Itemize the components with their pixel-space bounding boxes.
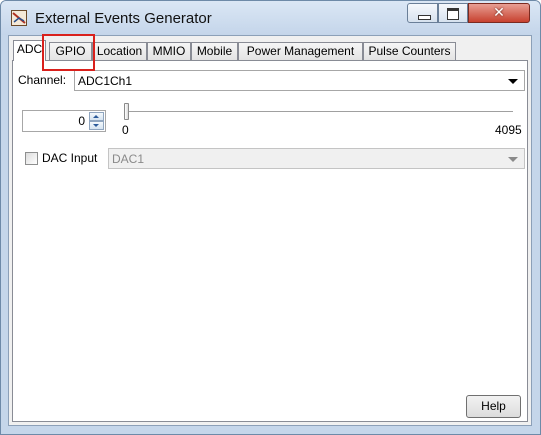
tab-location[interactable]: Location	[92, 42, 147, 60]
adc-value-text: 0	[78, 114, 85, 128]
window-title: External Events Generator	[35, 10, 212, 27]
tab-power-management[interactable]: Power Management	[238, 42, 363, 60]
arrow-up-icon	[93, 115, 99, 118]
generator-app-icon	[11, 10, 27, 26]
adc-tab-panel: Channel: ADC1Ch1 0 0 4095 DAC Input DAC1	[12, 60, 528, 422]
maximize-icon	[447, 8, 459, 20]
tab-mobile[interactable]: Mobile	[191, 42, 238, 60]
minimize-button[interactable]	[407, 3, 438, 23]
app-window: External Events Generator ✕ ADC GPIO Loc…	[0, 0, 541, 435]
channel-select-value: ADC1Ch1	[78, 74, 133, 88]
title-bar[interactable]: External Events Generator ✕	[1, 1, 540, 35]
window-client-area: ADC GPIO Location MMIO Mobile Power Mana…	[8, 34, 532, 426]
chevron-down-icon	[508, 79, 518, 84]
slider-min-label: 0	[122, 123, 129, 137]
channel-select[interactable]: ADC1Ch1	[74, 70, 525, 91]
dac-select-value: DAC1	[112, 152, 145, 166]
dac-input-checkbox[interactable]	[25, 152, 38, 165]
slider-max-label: 4095	[495, 123, 522, 137]
adc-slider-track[interactable]	[125, 111, 513, 113]
dac-input-label[interactable]: DAC Input	[42, 151, 97, 165]
adc-slider-handle[interactable]	[124, 103, 129, 120]
close-icon: ✕	[493, 5, 505, 21]
gpio-tab-highlight	[42, 34, 95, 71]
increment-button[interactable]	[89, 112, 104, 121]
help-button[interactable]: Help	[466, 395, 521, 418]
channel-label: Channel:	[18, 73, 67, 87]
maximize-button[interactable]	[438, 3, 468, 23]
chevron-down-icon	[508, 157, 518, 162]
tab-mmio[interactable]: MMIO	[147, 42, 191, 60]
adc-value-spinner[interactable]: 0	[22, 110, 106, 132]
dac-select: DAC1	[108, 148, 525, 169]
close-button[interactable]: ✕	[468, 3, 530, 23]
tab-pulse-counters[interactable]: Pulse Counters	[363, 42, 456, 60]
minimize-icon	[418, 15, 431, 20]
arrow-down-icon	[93, 124, 99, 127]
decrement-button[interactable]	[89, 121, 104, 130]
